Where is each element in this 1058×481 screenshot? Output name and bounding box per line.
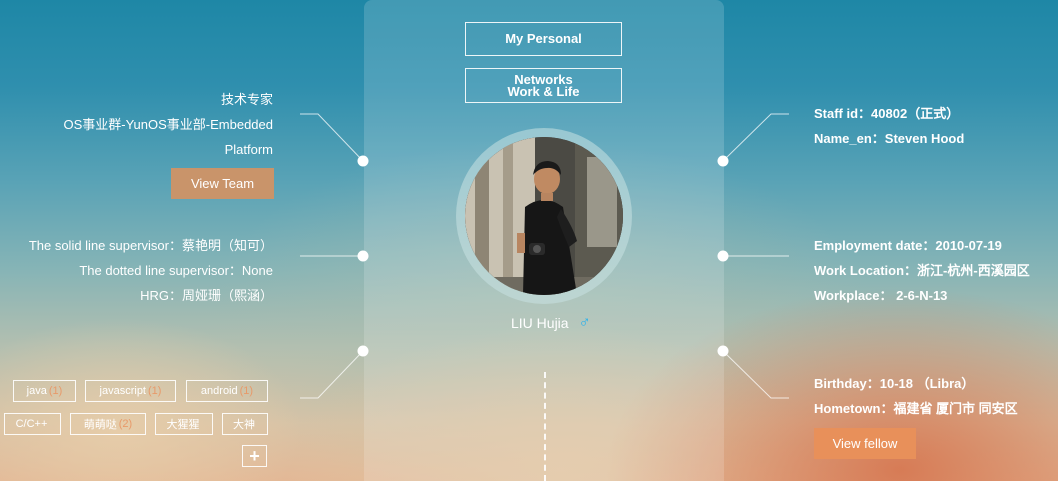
profile-name-row: LIU Hujia ♂ (511, 314, 591, 332)
staff-id-block: Staff id：40802（正式） Name_en：Steven Hood (814, 101, 964, 151)
tag-dashingxing[interactable]: 大猩猩 (155, 413, 213, 435)
connector-dot-right-bottom (717, 345, 729, 357)
view-fellow-button[interactable]: View fellow (814, 428, 916, 459)
tag-dashen[interactable]: 大神 (222, 413, 268, 435)
tag-count: (1) (48, 385, 63, 397)
job-title-line: 技术专家 (220, 92, 273, 107)
job-department-line: OS事业群-YunOS事业部-Embedded (63, 117, 273, 132)
connector-dot-right-middle (717, 250, 729, 262)
connector-dot-left-bottom (357, 345, 369, 357)
tag-java[interactable]: java (1) (13, 380, 76, 402)
dotted-line-supervisor: The dotted line supervisor：None (79, 263, 273, 278)
job-department-line: Platform (224, 142, 273, 157)
work-location: Work Location：浙江-杭州-西溪园区 (814, 263, 1030, 278)
birthday: Birthday：10-18 （Libra） (814, 376, 975, 391)
tag-label: C/C++ (15, 418, 48, 430)
tag-label: javascript (99, 385, 146, 397)
connector-dot-left-middle (357, 250, 369, 262)
timeline-dashed-line (544, 372, 546, 481)
tag-mengmengda[interactable]: 萌萌哒 (2) (70, 413, 146, 435)
job-title-block: 技术专家 OS事业群-YunOS事业部-Embedded Platform (63, 87, 273, 162)
male-gender-icon: ♂ (578, 314, 591, 331)
tag-c-cpp[interactable]: C/C++ (4, 413, 61, 435)
tag-label: java (26, 385, 47, 397)
connector-dot-right-top (717, 155, 729, 167)
tag-android[interactable]: android (1) (186, 380, 268, 402)
profile-name: LIU Hujia (511, 315, 569, 331)
tag-count: (2) (118, 418, 133, 430)
my-personal-button[interactable]: My Personal (465, 22, 622, 56)
solid-line-supervisor: The solid line supervisor：蔡艳明（知可） (28, 238, 273, 253)
employment-block: Employment date：2010-07-19 Work Location… (814, 233, 1030, 308)
supervisor-block: The solid line supervisor：蔡艳明（知可） The do… (29, 233, 273, 308)
tag-count: (1) (239, 385, 254, 397)
personal-block: Birthday：10-18 （Libra） Hometown：福建省 厦门市 … (814, 371, 1018, 421)
tag-label: 萌萌哒 (83, 419, 117, 431)
avatar (465, 137, 623, 295)
hometown: Hometown：福建省 厦门市 同安区 (814, 401, 1018, 416)
add-tag-button[interactable]: + (242, 445, 267, 467)
tag-label: 大猩猩 (166, 419, 200, 431)
view-team-button[interactable]: View Team (171, 168, 274, 199)
tag-count: (1) (148, 385, 162, 397)
staff-id: Staff id：40802（正式） (814, 106, 960, 121)
workplace: Workplace： 2-6-N-13 (814, 288, 948, 303)
hrg-contact: HRG：周娅珊（熙涵） (140, 288, 273, 303)
tag-label: android (200, 385, 238, 397)
networks-work-life-button[interactable]: Networks Work & Life (465, 68, 622, 103)
tag-label: 大神 (233, 419, 255, 431)
english-name: Name_en：Steven Hood (814, 131, 965, 146)
connector-dot-left-top (357, 155, 369, 167)
employment-date: Employment date：2010-07-19 (814, 238, 1002, 253)
tag-javascript[interactable]: javascript (1) (85, 380, 176, 402)
